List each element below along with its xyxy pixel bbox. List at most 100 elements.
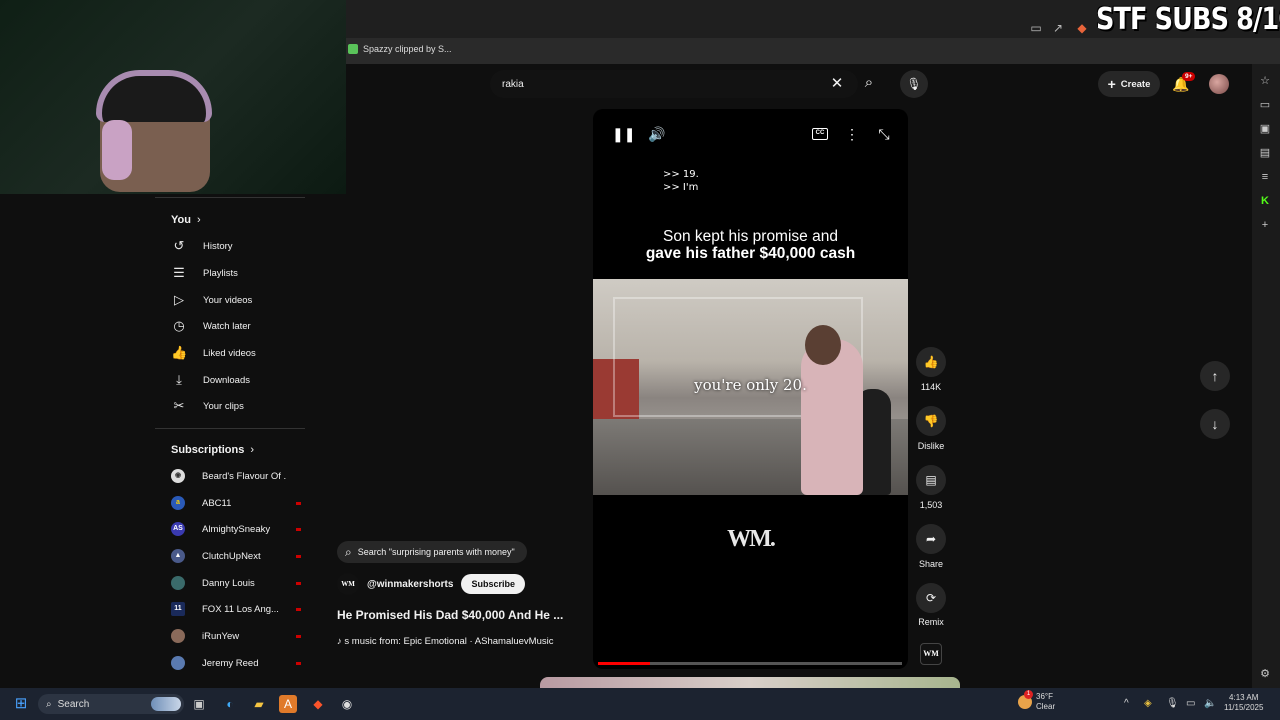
related-search-chip[interactable]: ⌕ Search "surprising parents with money" bbox=[337, 541, 527, 563]
subscribe-button[interactable]: Subscribe bbox=[461, 574, 525, 594]
guide-sidebar: You › ↺ History ☰ Playlists ▷ Your video… bbox=[155, 194, 310, 688]
weather-alert-badge: 1 bbox=[1024, 690, 1033, 699]
brave-shield-icon[interactable]: ◆ bbox=[1075, 21, 1089, 35]
subscription-item[interactable]: AS AlmightySneaky bbox=[171, 516, 301, 542]
channel-name[interactable]: @winmakershorts bbox=[367, 579, 453, 590]
tray-overflow-icon[interactable]: ^ bbox=[1124, 698, 1129, 709]
side-panel-pin-icon[interactable]: ☆ bbox=[1258, 74, 1272, 88]
closed-captions-icon[interactable]: CC bbox=[812, 128, 828, 140]
user-avatar[interactable] bbox=[1209, 74, 1229, 94]
remix-button[interactable]: ⟳ bbox=[916, 583, 946, 613]
share-button[interactable]: ➦ bbox=[916, 524, 946, 554]
remix-icon: ⟳ bbox=[925, 591, 937, 605]
comment-count: 1,503 bbox=[919, 500, 943, 510]
headline-line: Son kept his promise and bbox=[663, 228, 838, 245]
webcam-headset bbox=[96, 70, 212, 122]
task-view-icon[interactable]: ▣ bbox=[190, 695, 208, 713]
sidebar-item-label: Playlists bbox=[203, 267, 238, 279]
clear-search-icon[interactable]: ✕ bbox=[829, 74, 845, 94]
side-panel-wallet-icon[interactable]: ▣ bbox=[1258, 122, 1272, 136]
app-a-icon[interactable]: A bbox=[279, 695, 297, 713]
tray-app-icon[interactable]: ◈ bbox=[1144, 698, 1152, 709]
subscription-item[interactable]: a ABC11 bbox=[171, 490, 301, 516]
subscription-item[interactable]: ▲ ClutchUpNext bbox=[171, 543, 301, 569]
search-input[interactable]: rakia bbox=[490, 70, 858, 98]
next-video-preview[interactable] bbox=[540, 677, 960, 688]
music-info[interactable]: ♪ s music from: Epic Emotional · AShamal… bbox=[337, 636, 587, 647]
subscription-item[interactable]: ◉ Beard's Flavour Of ... bbox=[171, 463, 301, 489]
video-title[interactable]: He Promised His Dad $40,000 And He ... bbox=[337, 608, 587, 622]
sidebar-item-your-videos[interactable]: ▷ Your videos bbox=[171, 287, 306, 313]
search-highlight-image bbox=[151, 697, 181, 711]
bookmark-item[interactable]: Spazzy clipped by S... bbox=[348, 44, 452, 54]
sidebar-item-history[interactable]: ↺ History bbox=[171, 233, 306, 259]
taskbar-clock[interactable]: 4:13 AM 11/15/2025 bbox=[1224, 693, 1263, 713]
taskbar-search-box[interactable]: ⌕ Search bbox=[38, 694, 184, 714]
comments-button[interactable]: ▤ bbox=[916, 465, 946, 495]
create-label: Create bbox=[1120, 78, 1151, 90]
volume-tray-icon[interactable]: 🔈 bbox=[1204, 698, 1216, 709]
progress-bar-fill bbox=[598, 662, 650, 665]
file-explorer-icon[interactable]: ▰ bbox=[250, 695, 268, 713]
microphone-tray-icon[interactable]: 🎙 bbox=[1166, 698, 1179, 709]
brave-browser-icon[interactable]: ◆ bbox=[309, 695, 327, 713]
subscription-item[interactable]: 11 FOX 11 Los Ang... bbox=[171, 596, 301, 622]
dislike-button[interactable]: 👎 bbox=[916, 406, 946, 436]
scene-person-pink-hoodie bbox=[801, 339, 863, 495]
channel-avatar bbox=[171, 656, 185, 670]
share-page-icon[interactable]: ↗ bbox=[1051, 21, 1065, 35]
sidebar-you-header[interactable]: You › bbox=[171, 214, 201, 226]
channel-avatar bbox=[171, 629, 185, 643]
sidebar-divider bbox=[155, 428, 305, 429]
side-panel-add-icon[interactable]: + bbox=[1258, 218, 1272, 232]
pause-icon[interactable]: ❚❚ bbox=[612, 126, 635, 142]
live-indicator bbox=[295, 554, 301, 558]
sidebar-item-your-clips[interactable]: ✂ Your clips bbox=[171, 393, 306, 419]
side-panel-bookmarks-icon[interactable]: ▤ bbox=[1258, 146, 1272, 160]
voice-search-button[interactable]: 🎙 bbox=[900, 70, 928, 98]
scene-person-head bbox=[805, 325, 841, 365]
share-arrow-icon: ➦ bbox=[925, 532, 937, 546]
chevron-right-icon: › bbox=[196, 214, 201, 226]
live-indicator bbox=[295, 501, 301, 505]
search-icon: ⌕ bbox=[345, 544, 352, 559]
sidebar-item-watch-later[interactable]: ◷ Watch later bbox=[171, 313, 306, 339]
previous-video-button[interactable]: ↑ bbox=[1200, 361, 1230, 391]
you-label: You bbox=[171, 214, 191, 226]
subscription-item[interactable]: Jeremy Reed bbox=[171, 650, 301, 676]
cast-icon[interactable]: ▭ bbox=[1029, 21, 1043, 35]
bookmark-label: Spazzy clipped by S... bbox=[363, 44, 452, 54]
fullscreen-icon[interactable]: ⤡ bbox=[876, 126, 892, 142]
caption-line: >> 19. bbox=[663, 169, 699, 180]
clock-time: 4:13 AM bbox=[1229, 693, 1259, 702]
obs-icon[interactable]: ◉ bbox=[338, 695, 356, 713]
sidebar-item-label: Your clips bbox=[203, 400, 244, 412]
channel-thumbnail[interactable]: WM bbox=[920, 643, 942, 665]
windows-start-icon[interactable]: ⊞ bbox=[12, 695, 30, 713]
sidebar-item-playlists[interactable]: ☰ Playlists bbox=[171, 260, 306, 286]
like-button[interactable]: 👍 bbox=[916, 347, 946, 377]
sidebar-subscriptions-header[interactable]: Subscriptions › bbox=[171, 444, 254, 456]
live-indicator bbox=[295, 634, 301, 638]
subscription-item[interactable]: Danny Louis bbox=[171, 570, 301, 596]
sidebar-item-liked-videos[interactable]: 👍 Liked videos bbox=[171, 340, 306, 366]
clock-date: 11/15/2025 bbox=[1224, 703, 1264, 712]
side-panel-media-icon[interactable]: ▭ bbox=[1258, 98, 1272, 112]
more-options-icon[interactable]: ⋮ bbox=[845, 126, 859, 142]
subscription-item[interactable]: iRunYew bbox=[171, 623, 301, 649]
channel-avatar[interactable]: WM bbox=[337, 573, 359, 595]
subscription-name: iRunYew bbox=[202, 630, 240, 642]
sidebar-item-downloads[interactable]: ⤓ Downloads bbox=[171, 367, 306, 393]
download-icon: ⤓ bbox=[176, 372, 182, 387]
side-panel-reading-list-icon[interactable]: ≡ bbox=[1258, 170, 1272, 184]
next-video-button[interactable]: ↓ bbox=[1200, 409, 1230, 439]
channel-row: WM @winmakershorts Subscribe bbox=[337, 573, 525, 595]
volume-icon[interactable]: 🔊 bbox=[648, 126, 666, 142]
create-button[interactable]: + Create bbox=[1098, 71, 1160, 97]
taskbar-search-label: Search bbox=[57, 698, 90, 710]
side-panel-settings-icon[interactable]: ⚙ bbox=[1258, 667, 1272, 681]
side-panel-kick-icon[interactable]: K bbox=[1258, 194, 1272, 208]
edge-browser-icon[interactable]: ◐ bbox=[221, 695, 239, 713]
search-icon[interactable]: ⌕ bbox=[860, 73, 878, 93]
network-icon[interactable]: ▭ bbox=[1186, 698, 1195, 709]
